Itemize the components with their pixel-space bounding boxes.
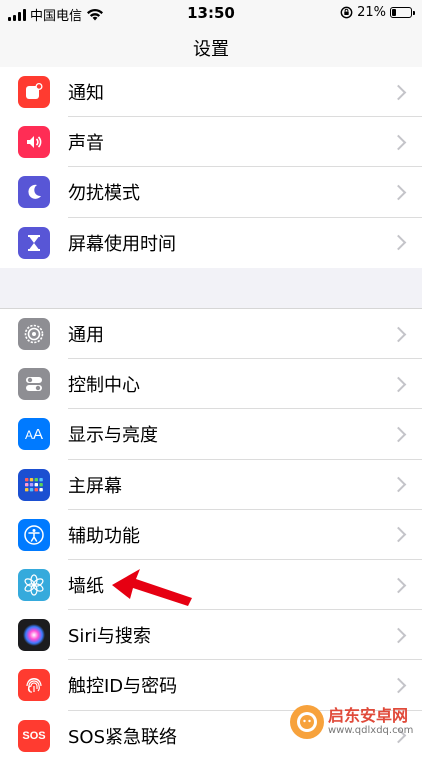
settings-row-siri[interactable]: Siri与搜索 (0, 610, 422, 661)
settings-row-fingerprint[interactable]: 触控ID与密码 (0, 660, 422, 711)
settings-row-label: 触控ID与密码 (68, 676, 178, 698)
settings-row-label: SOS紧急联络 (68, 726, 178, 748)
settings-row-label: Siri与搜索 (68, 626, 151, 648)
battery-percent: 21% (357, 5, 386, 20)
watermark-url: www.qdlxdq.com (328, 725, 414, 736)
wallpaper-flower-icon (18, 569, 50, 602)
hourglass-icon (18, 226, 50, 259)
status-bar: 中国电信 13:50 21% (0, 0, 422, 28)
settings-row-label: 通知 (68, 83, 104, 105)
settings-row-hourglass[interactable]: 屏幕使用时间 (0, 218, 422, 268)
settings-row-label: 声音 (68, 133, 104, 155)
watermark-title: 启东安卓网 (328, 706, 409, 725)
settings-row-label: 通用 (68, 325, 104, 347)
display-aa-icon: AA (18, 418, 50, 451)
settings-row-gear[interactable]: 通用 (0, 309, 422, 360)
chevron-right-icon (390, 134, 407, 151)
settings-row-toggle[interactable]: 控制中心 (0, 359, 422, 410)
settings-row-label: 主屏幕 (68, 475, 122, 497)
chevron-right-icon (390, 577, 407, 593)
settings-row-home-screen-grid[interactable]: 主屏幕 (0, 460, 422, 510)
settings-row-label: 显示与亮度 (68, 425, 158, 447)
status-right: 21% (340, 5, 415, 20)
sos-icon: SOS (18, 719, 50, 752)
accessibility-icon (18, 518, 50, 551)
watermark: 启东安卓网 www.qdlxdq.com (290, 705, 413, 739)
toggle-icon (18, 368, 50, 401)
settings-row-accessibility[interactable]: 辅助功能 (0, 510, 422, 560)
watermark-face-icon (297, 712, 317, 732)
chevron-right-icon (390, 677, 407, 694)
watermark-logo-icon (290, 705, 324, 739)
chevron-right-icon (390, 234, 407, 251)
settings-row-label: 控制中心 (68, 375, 140, 397)
fingerprint-icon (18, 669, 50, 702)
battery-icon (390, 7, 415, 18)
chevron-right-icon (390, 476, 407, 493)
settings-row-sound[interactable]: 声音 (0, 117, 422, 168)
settings-group-1: 通知声音勿扰模式屏幕使用时间 (0, 67, 422, 268)
page-title: 设置 (193, 39, 229, 60)
annotation-arrow-icon (112, 569, 192, 606)
orientation-lock-icon (340, 6, 353, 19)
settings-row-label: 墙纸 (68, 576, 104, 598)
sound-icon (18, 126, 50, 159)
chevron-right-icon (390, 84, 407, 100)
moon-icon (18, 176, 50, 209)
settings-row-label: 勿扰模式 (68, 183, 140, 205)
chevron-right-icon (390, 627, 407, 643)
settings-group-2: 通用控制中心 AA 显示与亮度主屏幕辅助功能墙纸 Siri与搜索触控ID与密码 SOS S… (0, 308, 422, 761)
settings-row-wallpaper-flower[interactable]: 墙纸 (0, 560, 422, 611)
home-screen-grid-icon (18, 468, 50, 501)
chevron-right-icon (390, 527, 407, 543)
settings-row-label: 屏幕使用时间 (68, 233, 176, 255)
watermark-text: 启东安卓网 www.qdlxdq.com (328, 707, 413, 737)
settings-row-moon[interactable]: 勿扰模式 (0, 167, 422, 218)
battery-level-fill (392, 9, 397, 16)
chevron-right-icon (390, 426, 407, 443)
siri-icon (18, 619, 50, 652)
gear-icon (18, 318, 50, 351)
notifications-icon (18, 76, 50, 109)
settings-row-display-aa[interactable]: AA 显示与亮度 (0, 409, 422, 460)
chevron-right-icon (390, 184, 407, 201)
settings-row-label: 辅助功能 (68, 525, 140, 547)
settings-row-notifications[interactable]: 通知 (0, 67, 422, 118)
chevron-right-icon (390, 326, 407, 342)
chevron-right-icon (390, 376, 407, 393)
